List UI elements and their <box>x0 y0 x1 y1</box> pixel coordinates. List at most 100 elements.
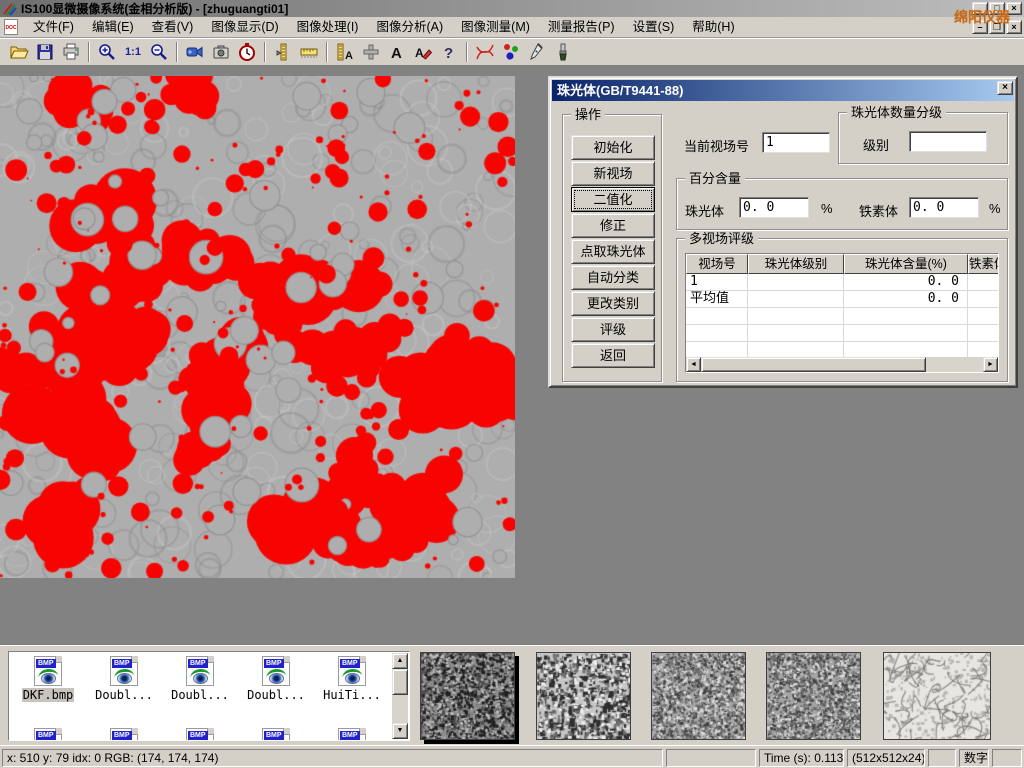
file-item[interactable]: BMP <box>163 728 237 741</box>
curve-tool-icon[interactable] <box>472 40 498 64</box>
new-field-button[interactable]: 新视场 <box>571 161 655 186</box>
file-name[interactable]: Doubl... <box>246 688 306 702</box>
menu-image-analysis[interactable]: 图像分析(A) <box>367 17 452 37</box>
column-header-field[interactable]: 视场号 <box>686 254 748 274</box>
timer-icon[interactable] <box>234 40 260 64</box>
preview-thumbnail[interactable] <box>420 652 515 740</box>
file-item[interactable]: BMP Doubl... <box>87 656 161 702</box>
file-item[interactable]: BMP DKF.bmp <box>11 656 85 702</box>
ruler-icon[interactable] <box>296 40 322 64</box>
classify-points-icon[interactable] <box>498 40 524 64</box>
file-name[interactable]: Doubl... <box>94 688 154 702</box>
menu-bar: DOC 文件(F) 编辑(E) 查看(V) 图像显示(D) 图像处理(I) 图像… <box>0 17 1024 38</box>
file-name[interactable]: DKF.bmp <box>22 688 75 702</box>
menu-image-measure[interactable]: 图像测量(M) <box>452 17 539 37</box>
rate-button[interactable]: 评级 <box>571 317 655 342</box>
app-icon <box>3 2 17 16</box>
text-icon[interactable]: A <box>384 40 410 64</box>
bmp-file-icon: BMP <box>186 728 214 741</box>
open-icon[interactable] <box>6 40 32 64</box>
preview-thumbnail[interactable] <box>651 652 746 740</box>
scroll-down-icon[interactable]: ▼ <box>392 723 408 739</box>
menu-edit[interactable]: 编辑(E) <box>83 17 143 37</box>
table-horizontal-scrollbar[interactable]: ◄ ► <box>686 357 998 372</box>
thumbnail-panel: BMP DKF.bmp BMP Doubl... BMP Doubl... BM… <box>0 645 1024 745</box>
metallograph-image[interactable] <box>0 76 515 578</box>
scroll-left-icon[interactable]: ◄ <box>686 357 701 372</box>
operation-group: 操作 初始化 新视场 二值化 修正 点取珠光体 自动分类 更改类别 评级 返回 <box>562 114 662 382</box>
auto-classify-button[interactable]: 自动分类 <box>571 265 655 290</box>
camera-icon[interactable] <box>208 40 234 64</box>
menu-file[interactable]: 文件(F) <box>24 17 83 37</box>
cell-pearlite: 0. 0 <box>844 274 968 290</box>
preview-thumbnail[interactable] <box>536 652 631 740</box>
file-item[interactable]: BMP <box>11 728 85 741</box>
file-item[interactable]: BMP <box>87 728 161 741</box>
file-list-scrollbar[interactable]: ▲ ▼ <box>392 653 408 739</box>
file-name[interactable]: HuiTi... <box>322 688 382 702</box>
pearlite-percent-input[interactable] <box>739 197 809 218</box>
toolbar-separator <box>176 42 178 62</box>
menu-image-display[interactable]: 图像显示(D) <box>202 17 287 37</box>
file-item[interactable]: BMP <box>315 728 389 741</box>
binarize-button[interactable]: 二值化 <box>571 187 655 212</box>
bmp-file-icon: BMP <box>110 656 138 686</box>
preview-thumbnail[interactable] <box>883 652 991 740</box>
scrollbar-thumb[interactable] <box>701 357 926 372</box>
help-icon[interactable]: ? <box>436 40 462 64</box>
table-row[interactable]: 1 0. 0 <box>686 274 998 291</box>
zoom-in-icon[interactable] <box>94 40 120 64</box>
measure-text-icon[interactable]: A <box>332 40 358 64</box>
table-row[interactable]: 平均值 0. 0 <box>686 291 998 308</box>
file-item[interactable]: BMP Doubl... <box>163 656 237 702</box>
file-list[interactable]: BMP DKF.bmp BMP Doubl... BMP Doubl... BM… <box>8 651 410 741</box>
print-icon[interactable] <box>58 40 84 64</box>
video-capture-icon[interactable] <box>182 40 208 64</box>
caliper-icon[interactable] <box>270 40 296 64</box>
file-item[interactable]: BMP HuiTi... <box>315 656 389 702</box>
pearlite-label: 珠光体 <box>685 201 724 220</box>
dialog-title-bar[interactable]: 珠光体(GB/T9441-88) <box>552 80 1014 101</box>
menu-help[interactable]: 帮助(H) <box>683 17 743 37</box>
return-button[interactable]: 返回 <box>571 343 655 368</box>
menu-settings[interactable]: 设置(S) <box>624 17 684 37</box>
document-icon[interactable]: DOC <box>4 19 18 35</box>
save-icon[interactable] <box>32 40 58 64</box>
zoom-out-icon[interactable] <box>146 40 172 64</box>
grid-icon[interactable] <box>358 40 384 64</box>
scroll-right-icon[interactable]: ► <box>983 357 998 372</box>
file-name[interactable]: Doubl... <box>170 688 230 702</box>
table-header-row: 视场号 珠光体级别 珠光体含量(%) 铁素体含量(%) <box>686 254 998 274</box>
brush-tool-icon[interactable] <box>550 40 576 64</box>
file-item[interactable]: BMP <box>239 728 313 741</box>
change-class-button[interactable]: 更改类别 <box>571 291 655 316</box>
table-row-empty <box>686 308 998 325</box>
ferrite-percent-input[interactable] <box>909 197 979 218</box>
svg-text:A: A <box>415 46 424 60</box>
initialize-button[interactable]: 初始化 <box>571 135 655 160</box>
grading-group: 珠光体数量分级 级别 <box>838 112 1008 164</box>
multifield-group-label: 多视场评级 <box>685 231 758 246</box>
correct-button[interactable]: 修正 <box>571 213 655 238</box>
menu-report[interactable]: 测量报告(P) <box>539 17 624 37</box>
bmp-file-icon: BMP <box>34 728 62 741</box>
toolbar-separator <box>326 42 328 62</box>
annotate-icon[interactable]: A <box>410 40 436 64</box>
current-field-input[interactable] <box>762 132 830 153</box>
menu-image-processing[interactable]: 图像处理(I) <box>288 17 368 37</box>
vendor-watermark: 绵阳仪器 <box>954 7 1010 27</box>
column-header-pearlite[interactable]: 珠光体含量(%) <box>844 254 968 274</box>
multifield-group: 多视场评级 视场号 珠光体级别 珠光体含量(%) 铁素体含量(%) 1 0. 0… <box>676 238 1008 382</box>
pen-tool-icon[interactable] <box>524 40 550 64</box>
column-header-ferrite[interactable]: 铁素体含量(%) <box>968 254 999 274</box>
dialog-close-icon[interactable]: × <box>997 81 1013 95</box>
scrollbar-thumb[interactable] <box>392 669 408 695</box>
level-input[interactable] <box>909 131 987 152</box>
preview-thumbnail[interactable] <box>766 652 861 740</box>
scroll-up-icon[interactable]: ▲ <box>392 653 408 669</box>
menu-view[interactable]: 查看(V) <box>143 17 203 37</box>
actual-size-icon[interactable]: 1:1 <box>120 40 146 64</box>
pick-pearlite-button[interactable]: 点取珠光体 <box>571 239 655 264</box>
column-header-grade[interactable]: 珠光体级别 <box>748 254 844 274</box>
file-item[interactable]: BMP Doubl... <box>239 656 313 702</box>
